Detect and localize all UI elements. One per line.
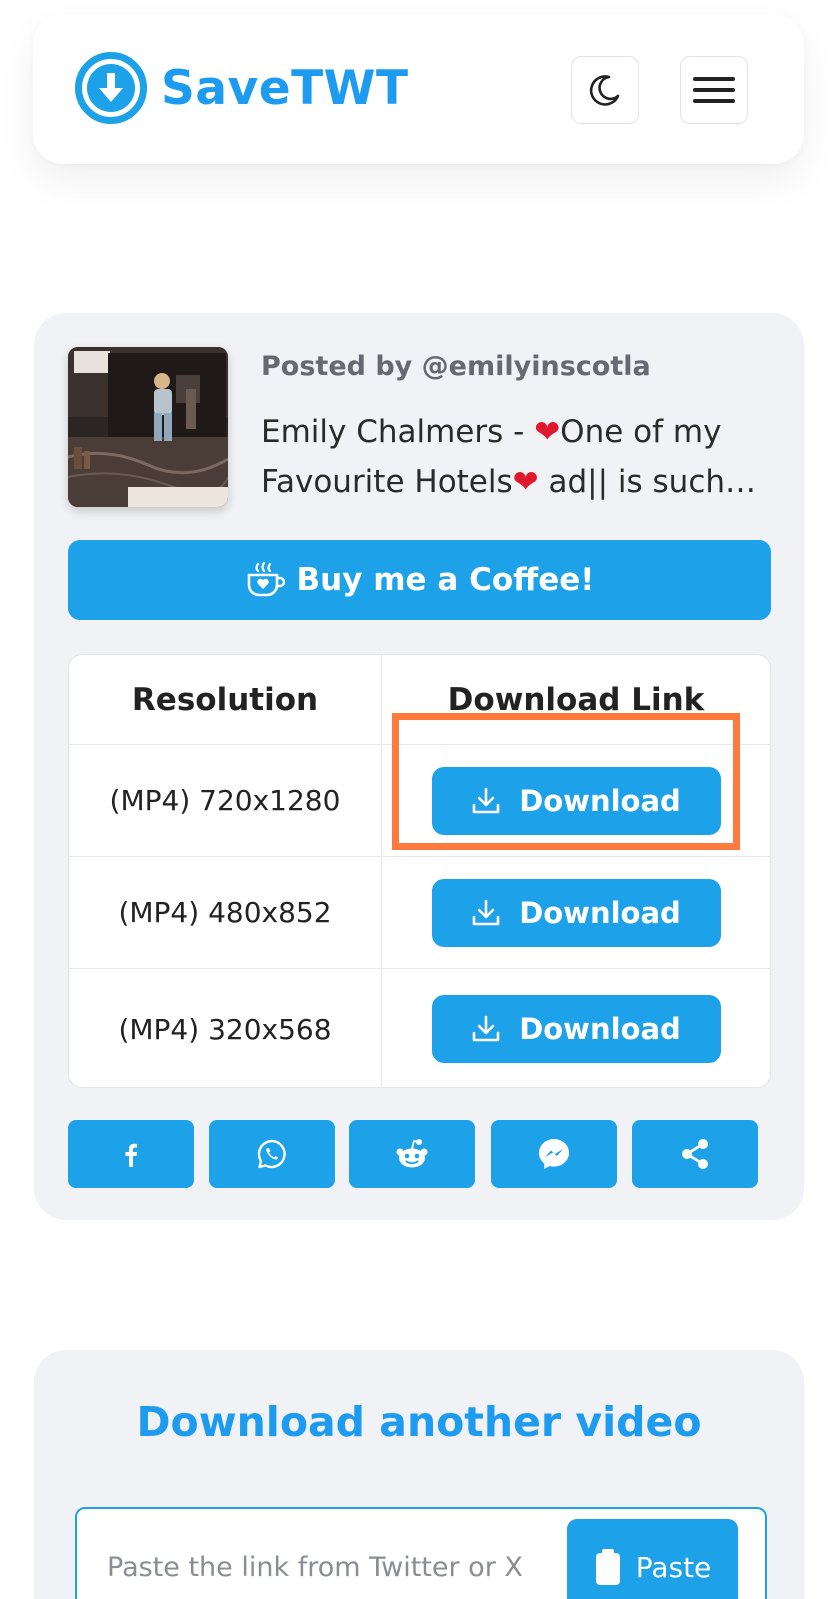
download-cell: Download	[382, 969, 770, 1087]
download-button[interactable]: Download	[431, 995, 721, 1063]
share-buttons	[68, 1120, 771, 1188]
resolution-cell: (MP4) 720x1280	[69, 745, 382, 856]
coffee-cup-icon	[247, 561, 285, 597]
download-another-title: Download another video	[136, 1398, 702, 1446]
download-cell: Download	[382, 857, 770, 968]
download-another-card: Download another video Paste	[34, 1350, 804, 1599]
resolution-header: Resolution	[69, 655, 382, 744]
messenger-icon	[539, 1139, 569, 1169]
whatsapp-share-button[interactable]	[209, 1120, 335, 1188]
heart-emoji: ❤	[512, 464, 539, 500]
table-row: (MP4) 320x568 Download	[69, 969, 770, 1087]
hamburger-menu-icon	[693, 77, 735, 103]
moon-icon	[589, 75, 620, 106]
resolution-cell: (MP4) 320x568	[69, 969, 382, 1087]
facebook-icon	[125, 1143, 137, 1167]
download-icon	[472, 899, 500, 925]
download-circle-icon	[75, 52, 147, 124]
menu-button[interactable]	[680, 56, 748, 124]
url-input[interactable]	[107, 1539, 557, 1595]
buy-coffee-label: Buy me a Coffee!	[296, 562, 595, 598]
brand-logo[interactable]: SaveTWT	[75, 52, 409, 124]
reddit-share-button[interactable]	[349, 1120, 475, 1188]
clipboard-icon	[595, 1549, 620, 1585]
facebook-share-button[interactable]	[68, 1120, 194, 1188]
buy-coffee-button[interactable]: Buy me a Coffee!	[68, 540, 771, 620]
theme-toggle-button[interactable]	[571, 56, 639, 124]
reddit-icon	[396, 1139, 428, 1168]
paste-label: Paste	[635, 1550, 712, 1584]
share-icon	[682, 1139, 708, 1169]
paste-button[interactable]: Paste	[567, 1519, 738, 1599]
video-thumbnail	[68, 347, 228, 507]
whatsapp-icon	[257, 1139, 286, 1169]
tweet-description: Emily Chalmers - ❤One of my Favourite Ho…	[261, 414, 757, 500]
heart-emoji: ❤	[534, 414, 561, 450]
highlight-box	[392, 713, 740, 850]
download-icon	[472, 1015, 500, 1042]
download-button[interactable]: Download	[431, 878, 721, 947]
posted-by: Posted by @emilyinscotla	[261, 351, 651, 382]
resolution-cell: (MP4) 480x852	[69, 857, 382, 968]
messenger-share-button[interactable]	[491, 1120, 617, 1188]
brand-name: SaveTWT	[161, 60, 409, 116]
url-input-group: Paste	[75, 1507, 767, 1599]
share-button[interactable]	[632, 1120, 758, 1188]
top-header: SaveTWT	[33, 14, 804, 164]
table-row: (MP4) 480x852 Download	[69, 857, 770, 969]
